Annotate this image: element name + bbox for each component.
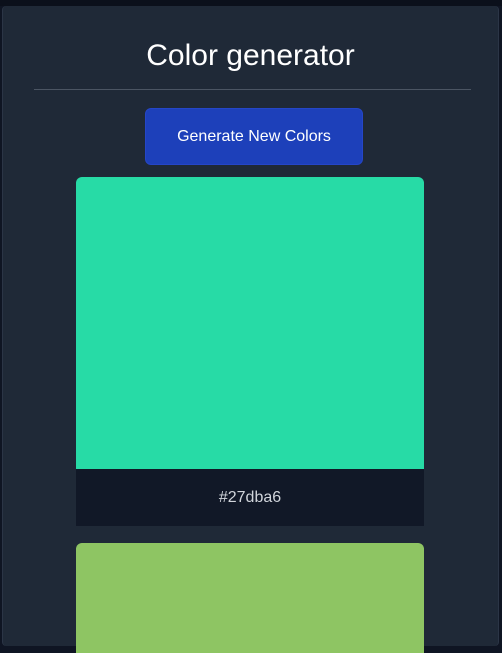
- color-hex-label: #27dba6: [76, 469, 424, 526]
- title-divider: [34, 89, 471, 90]
- color-swatch[interactable]: [76, 543, 424, 653]
- generate-colors-button[interactable]: Generate New Colors: [145, 108, 363, 165]
- color-swatch-card[interactable]: [76, 543, 424, 653]
- color-swatch[interactable]: [76, 177, 424, 469]
- color-swatch-card[interactable]: #27dba6: [76, 177, 424, 526]
- page-title: Color generator: [146, 39, 355, 72]
